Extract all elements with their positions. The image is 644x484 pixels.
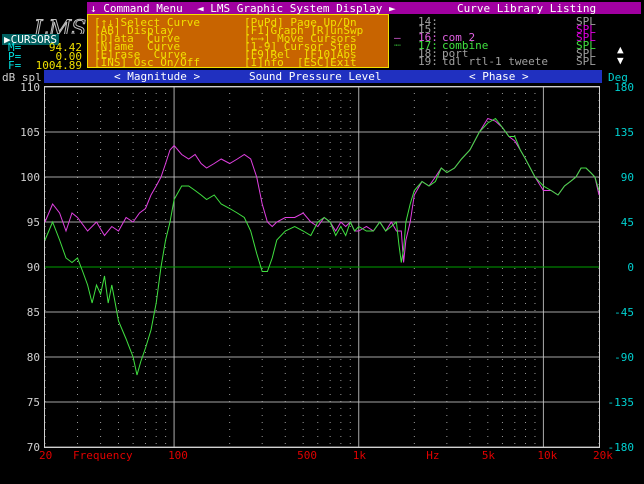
curve-number: 19: — [418, 55, 438, 68]
x-tick-label: Hz — [426, 449, 440, 462]
curve-name: tdl rtl-1 tweete — [442, 55, 548, 68]
graph-header: < Magnitude > Sound Pressure Level < Pha… — [44, 70, 602, 83]
lms-window: LMS ↓ Command Menu ◄ LMS Graphic System … — [0, 0, 644, 484]
command-menu: [↑↓]Select Curve [PuPd] Page Up/Dn [AB] … — [87, 14, 389, 68]
x-tick-label: 5k — [481, 449, 496, 462]
x-axis-label: Frequency — [73, 449, 133, 462]
y-tick-label: 95 — [26, 216, 40, 229]
y2-tick-label: 90 — [620, 171, 634, 184]
y2-tick-label: 180 — [614, 81, 634, 94]
menu-osc-on-off[interactable]: [INS] Osc On/Off — [94, 57, 200, 68]
y2-tick-label: -90 — [614, 351, 634, 364]
x-tick-label: 10k — [537, 449, 558, 462]
phase-selector[interactable]: < Phase > — [469, 71, 529, 82]
y2-tick-label: 135 — [614, 126, 634, 139]
cursor-readout: ▶CURSORS M= 94.42 P= 0.00 F= 1004.89 — [2, 34, 84, 71]
frequency-response-chart[interactable] — [44, 86, 600, 448]
curve-library-list: 14: SPL 15: SPL —16: com 2 SPL ┈ 17: combine SPL 18… — [392, 14, 642, 68]
lms-logo: LMS — [2, 2, 107, 43]
y-tick-label: 75 — [26, 396, 40, 409]
magnitude-selector[interactable]: < Magnitude > — [114, 71, 200, 82]
y-tick-label: 105 — [20, 126, 40, 139]
cursor-f-label: F= — [8, 59, 22, 72]
y2-tick-label: -45 — [614, 306, 634, 319]
x-tick-label: 20k — [593, 449, 613, 462]
y2-tick-label: -135 — [607, 396, 635, 409]
curve-list-item[interactable]: 19: tdl rtl-1 tweete SPL — [392, 55, 614, 68]
x-tick-label: 1k — [352, 449, 366, 462]
curve-library-title[interactable]: Curve Library Listing — [457, 3, 596, 14]
title-bar: ↓ Command Menu ◄ LMS Graphic System Disp… — [87, 2, 641, 14]
scroll-down-icon[interactable]: ▼ — [617, 55, 624, 66]
x-tick-label: 20 — [39, 449, 53, 462]
curve-list-scroll: ▲ ▼ — [615, 44, 641, 69]
y2-tick-label: 45 — [620, 216, 634, 229]
command-menu-title[interactable]: ↓ Command Menu — [90, 3, 183, 14]
x-tick-label: 100 — [168, 449, 188, 462]
series-line-combine — [44, 117, 600, 376]
y-tick-label: 100 — [20, 171, 40, 184]
x-tick-label: 500 — [297, 449, 318, 462]
menu-info-exit[interactable]: [I]nfo [ESC]Exit — [244, 57, 357, 68]
curve-type: SPL — [576, 55, 596, 68]
y-tick-label: 80 — [26, 351, 40, 364]
y-tick-label: 85 — [26, 306, 40, 319]
y-tick-label: 90 — [26, 261, 40, 274]
graph-title: Sound Pressure Level — [249, 70, 382, 83]
y2-tick-label: 0 — [627, 261, 634, 274]
app-title: ◄ LMS Graphic System Display ► — [197, 2, 396, 15]
y-tick-label: 70 — [26, 441, 40, 454]
y-tick-label: 110 — [20, 81, 40, 94]
